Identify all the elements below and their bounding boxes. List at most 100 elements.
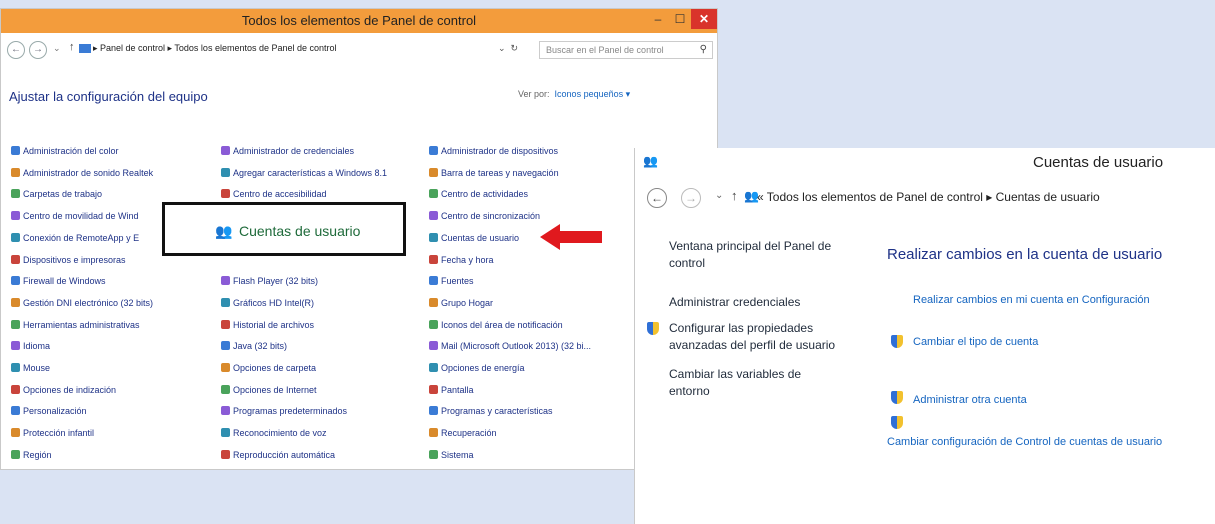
chevron-down-icon[interactable]: ⌄ xyxy=(53,43,61,54)
back-arrow-icon[interactable]: ← xyxy=(647,188,667,208)
refresh-icon[interactable]: ⌄ ↻ xyxy=(498,43,518,54)
forward-arrow-icon[interactable]: → xyxy=(29,41,47,59)
control-panel-item[interactable]: Conexión de RemoteApp y E xyxy=(11,232,139,243)
control-panel-item[interactable]: Java (32 bits) xyxy=(221,341,287,351)
control-panel-item[interactable]: Fecha y hora xyxy=(429,254,494,265)
item-icon xyxy=(429,384,438,394)
control-panel-item[interactable]: Administrador de credenciales xyxy=(221,146,354,156)
up-arrow-icon[interactable]: ↑ xyxy=(69,41,75,53)
item-label: Sistema xyxy=(441,449,474,460)
view-by-dropdown[interactable]: Iconos pequeños ▾ xyxy=(555,89,631,99)
chevron-down-icon[interactable]: ⌄ xyxy=(715,190,723,201)
breadcrumb[interactable]: « Todos los elementos de Panel de contro… xyxy=(757,190,1100,204)
item-icon xyxy=(221,146,230,155)
maximize-button[interactable]: ☐ xyxy=(669,9,691,29)
search-input[interactable]: Buscar en el Panel de control ⚲ xyxy=(539,41,713,59)
item-label: Opciones de carpeta xyxy=(233,363,317,373)
page-title: Ajustar la configuración del equipo xyxy=(9,89,208,104)
control-panel-item[interactable]: Personalización xyxy=(11,406,87,416)
control-panel-item[interactable]: Sistema xyxy=(429,449,474,460)
control-panel-item[interactable]: Herramientas administrativas xyxy=(11,319,140,330)
item-label: Administrador de credenciales xyxy=(233,146,355,156)
control-panel-item[interactable]: Mouse xyxy=(11,363,50,373)
item-icon xyxy=(11,341,20,351)
control-panel-item[interactable]: Pantalla xyxy=(429,384,474,395)
control-panel-item[interactable]: Región xyxy=(11,449,52,460)
view-by-label: Ver por: xyxy=(518,89,550,99)
control-panel-item[interactable]: Opciones de Internet xyxy=(221,384,317,395)
control-panel-item[interactable]: Opciones de indización xyxy=(11,384,116,395)
item-icon xyxy=(221,167,230,177)
search-icon[interactable]: ⚲ xyxy=(700,44,707,55)
control-panel-item[interactable]: Programas predeterminados xyxy=(221,406,347,416)
control-panel-item[interactable]: Reconocimiento de voz xyxy=(221,428,327,438)
left-link-manage-credentials[interactable]: Administrar credenciales xyxy=(669,294,859,311)
left-link-environment-variables[interactable]: Cambiar las variables de entorno xyxy=(669,366,829,400)
control-panel-item[interactable]: Opciones de energía xyxy=(429,363,525,373)
control-panel-item[interactable]: Centro de actividades xyxy=(429,189,528,199)
left-link-control-panel-home[interactable]: Ventana principal del Panel de control xyxy=(669,238,859,272)
item-label: Mail (Microsoft Outlook 2013) (32 bi... xyxy=(441,341,592,352)
control-panel-item[interactable]: Flash Player (32 bits) xyxy=(221,276,318,286)
item-label: Reconocimiento de voz xyxy=(233,428,327,439)
item-icon xyxy=(11,276,20,286)
item-label: Opciones de energía xyxy=(441,363,525,373)
control-panel-item[interactable]: Fuentes xyxy=(429,276,474,286)
item-label: Reproducción automática xyxy=(233,449,336,460)
control-panel-item[interactable]: Barra de tareas y navegación xyxy=(429,167,559,178)
control-panel-item[interactable]: Iconos del área de notificación xyxy=(429,319,563,330)
address-bar: ← → ⌄ ↑ 👥 « Todos los elementos de Panel… xyxy=(643,186,1215,208)
item-icon xyxy=(221,449,230,459)
control-panel-item[interactable]: Recuperación xyxy=(429,428,497,438)
control-panel-item[interactable]: Gráficos HD Intel(R) xyxy=(221,297,315,308)
shield-icon xyxy=(891,391,903,404)
close-button[interactable]: ✕ xyxy=(691,9,717,29)
control-panel-item[interactable]: Administrador de dispositivos xyxy=(429,146,558,156)
control-panel-item[interactable]: Idioma xyxy=(11,341,50,351)
item-label: Pantalla xyxy=(441,384,474,395)
control-panel-item[interactable]: Reproducción automática xyxy=(221,449,336,460)
control-panel-item[interactable]: Centro de accesibilidad xyxy=(221,189,327,199)
control-panel-item[interactable]: Opciones de carpeta xyxy=(221,363,316,373)
left-link-advanced-profile[interactable]: Configurar las propiedades avanzadas del… xyxy=(669,320,859,354)
item-icon xyxy=(221,319,230,329)
window-title: Todos los elementos de Panel de control xyxy=(241,13,477,28)
control-panel-item[interactable]: Historial de archivos xyxy=(221,319,314,330)
control-panel-item[interactable]: Carpetas de trabajo xyxy=(11,189,102,199)
control-panel-item[interactable]: Firewall de Windows xyxy=(11,276,106,286)
control-panel-item[interactable]: Administración del color xyxy=(11,146,119,156)
link-uac-settings[interactable]: Cambiar configuración de Control de cuen… xyxy=(887,434,1187,450)
link-change-account-type[interactable]: Cambiar el tipo de cuenta xyxy=(913,334,1038,350)
control-panel-item[interactable]: Dispositivos e impresoras xyxy=(11,254,126,265)
back-arrow-icon[interactable]: ← xyxy=(7,41,25,59)
title-bar: Todos los elementos de Panel de control … xyxy=(1,9,717,33)
item-label: Gráficos HD Intel(R) xyxy=(233,297,315,308)
control-panel-item[interactable]: Administrador de sonido Realtek xyxy=(11,167,153,178)
item-label: Administrador de dispositivos xyxy=(441,146,559,156)
callout-label: Cuentas de usuario xyxy=(239,223,361,239)
control-panel-item[interactable]: Protección infantil xyxy=(11,428,94,438)
control-panel-item[interactable]: Agregar características a Windows 8.1 xyxy=(221,167,388,178)
item-label: Centro de sincronización xyxy=(441,211,541,222)
item-label: Administración del color xyxy=(23,146,119,156)
item-icon xyxy=(221,363,230,372)
control-panel-item[interactable]: Centro de movilidad de Wind xyxy=(11,211,139,221)
control-panel-item[interactable]: Gestión DNI electrónico (32 bits) xyxy=(11,297,153,308)
item-label: Herramientas administrativas xyxy=(23,319,140,330)
up-arrow-icon[interactable]: ↑ xyxy=(731,188,738,203)
item-icon xyxy=(429,189,438,199)
item-icon xyxy=(429,319,438,329)
minimize-button[interactable]: – xyxy=(647,9,669,29)
control-panel-item[interactable]: Cuentas de usuario xyxy=(429,232,519,243)
forward-arrow-icon[interactable]: → xyxy=(681,188,701,208)
control-panel-item[interactable]: Centro de sincronización xyxy=(429,211,540,221)
link-manage-another-account[interactable]: Administrar otra cuenta xyxy=(913,392,1027,408)
link-change-in-settings[interactable]: Realizar cambios en mi cuenta en Configu… xyxy=(913,292,1150,308)
item-icon xyxy=(429,167,438,177)
breadcrumb[interactable]: ▸ Panel de control ▸ Todos los elementos… xyxy=(93,43,337,54)
item-icon xyxy=(429,232,438,242)
control-panel-item[interactable]: Mail (Microsoft Outlook 2013) (32 bi... xyxy=(429,341,591,351)
control-panel-item[interactable]: Programas y características xyxy=(429,406,553,416)
control-panel-item[interactable]: Grupo Hogar xyxy=(429,297,493,308)
item-label: Agregar características a Windows 8.1 xyxy=(233,167,388,178)
